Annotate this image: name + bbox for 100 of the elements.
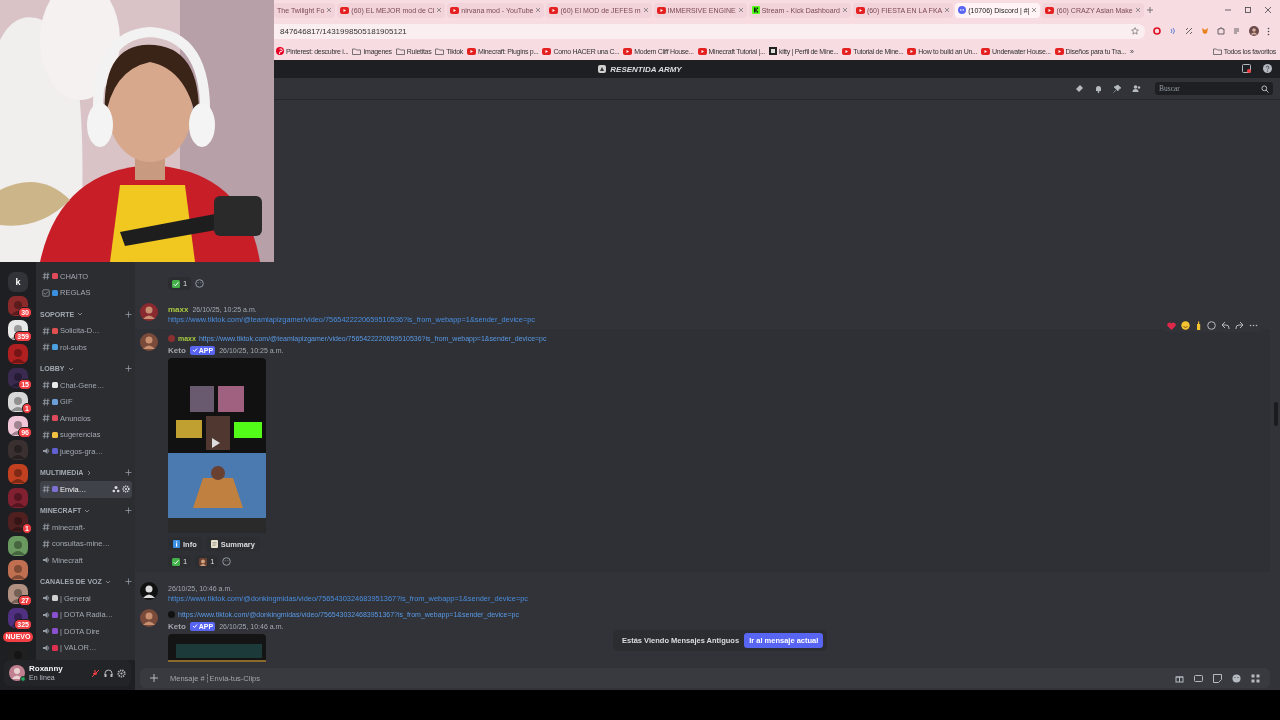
heart-icon[interactable] [1167,321,1176,330]
server-icon[interactable] [8,584,28,604]
avatar [140,333,158,351]
members-icon[interactable] [1132,84,1141,93]
speaker-icon [42,643,50,652]
speaker-icon [42,627,50,636]
add-reaction-icon[interactable] [222,557,232,566]
server-icon[interactable]: k [8,272,28,292]
reply-icon[interactable] [1221,321,1230,330]
extensions-icon[interactable] [1217,27,1225,35]
emoji-icon[interactable] [1232,673,1241,683]
avatar [140,582,158,600]
server-icon[interactable] [8,368,28,388]
video-site-icon [855,6,865,14]
avatar [140,303,158,321]
hash-icon [42,397,50,406]
maximize-icon[interactable] [1244,6,1252,14]
link-icon[interactable] [1185,27,1193,35]
video-site-icon [340,6,350,14]
hash-icon [42,523,50,532]
video-site-icon [549,6,559,14]
settings-icon[interactable] [117,668,126,678]
online-status-icon [20,676,26,682]
hash-icon [42,485,50,494]
apps-icon[interactable] [1251,673,1260,683]
avatar [168,611,175,618]
server-title: RESENTIDA ARMY [610,64,682,74]
hand-icon[interactable] [1195,321,1202,330]
plus-icon[interactable] [125,578,132,586]
profile-icon[interactable] [1249,26,1259,36]
author-name[interactable]: Keto [168,621,186,631]
check-icon [191,347,198,353]
site-icon [769,47,777,55]
hash-icon [42,381,50,390]
headphones-icon[interactable] [104,668,113,678]
close-icon [944,7,951,13]
new-tab-icon[interactable] [1145,6,1154,14]
add-reaction-icon[interactable] [1207,321,1216,330]
video-site-icon [907,47,917,55]
add-icon[interactable] [150,674,158,682]
gift-icon[interactable] [1175,673,1184,683]
server-icon[interactable] [8,416,28,436]
server-icon[interactable] [8,608,28,628]
gif-icon[interactable] [1194,673,1203,683]
close-icon [1031,7,1038,13]
discord-icon [958,6,967,14]
microphone-icon[interactable] [91,668,100,678]
username: Roxanny [29,664,64,673]
star-icon[interactable] [1131,27,1139,35]
video-site-icon [542,47,552,55]
memo-icon [210,540,218,548]
settings-icon[interactable] [122,485,130,494]
chevron-icon [77,311,84,318]
video-site-icon [842,47,852,55]
plus-icon[interactable] [125,365,132,373]
check-emoji-icon [172,279,180,288]
author-name[interactable]: Keto [168,345,186,355]
address-bar[interactable]: 847646817/1431998505181905121 [274,23,1145,39]
search-icon [1261,84,1269,93]
plus-icon[interactable] [125,507,132,515]
server-icon[interactable] [8,296,28,316]
laughing-emoji-icon[interactable] [1181,321,1190,330]
plus-icon[interactable] [125,310,132,318]
server-letter: k [15,277,21,287]
forward-icon[interactable] [1235,321,1244,330]
server-icon[interactable] [8,512,28,532]
pin-icon[interactable] [1113,84,1122,93]
hash-icon [42,272,50,281]
avatar [168,335,175,342]
opera-icon[interactable] [1153,27,1161,35]
sticker-icon[interactable] [1213,673,1222,683]
threads-icon[interactable] [1075,84,1084,93]
help-icon[interactable] [1263,64,1272,73]
author-name[interactable]: maxx [168,304,189,314]
close-icon [1134,7,1141,13]
bell-icon[interactable] [1094,84,1103,93]
video-site-icon [450,6,460,14]
close-icon[interactable] [1264,6,1272,14]
folder-icon [352,47,362,55]
inbox-icon[interactable] [1242,64,1251,73]
hash-icon [42,326,50,335]
plus-icon[interactable] [125,469,132,477]
hash-icon [42,343,50,352]
check-icon [191,623,198,629]
server-icon[interactable] [8,320,28,340]
server-icon[interactable] [8,392,28,412]
speaker-icon [42,556,50,565]
checklist-icon [42,288,50,297]
video-site-icon [981,47,991,55]
close-icon [535,7,542,13]
chevron-icon [84,507,91,514]
video-site-icon [1054,47,1064,55]
server-logo-icon [598,65,607,73]
video-site-icon [623,47,633,55]
add-reaction-icon[interactable] [195,279,205,288]
invite-icon[interactable] [112,485,120,494]
hash-icon [42,430,50,439]
speaker-icon [42,594,50,603]
pin-icon [276,47,284,55]
hash-icon [42,539,50,548]
